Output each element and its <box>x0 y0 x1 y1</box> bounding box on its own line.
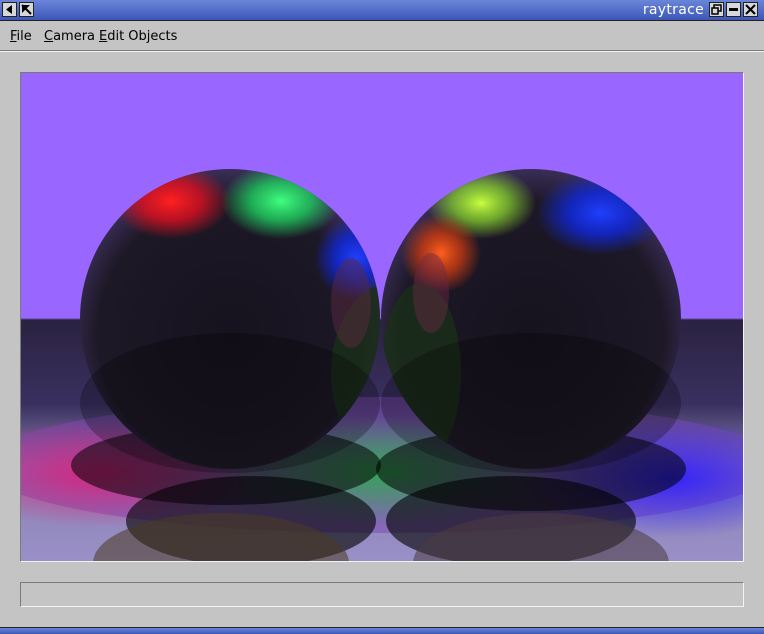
menu-file-label: ile <box>16 29 32 44</box>
menu-camera-mnemonic: C <box>44 29 54 44</box>
menu-bar: File Camera Edit Objects <box>0 21 764 51</box>
minimize-icon[interactable] <box>726 2 741 17</box>
title-bar[interactable]: raytrace <box>0 0 764 21</box>
menu-edit-objects-mnemonic: E <box>99 29 108 44</box>
menu-camera-label: amera <box>53 29 96 44</box>
menu-camera[interactable]: Camera <box>44 29 95 44</box>
menu-edit-objects[interactable]: Edit Objects <box>99 29 177 44</box>
raytrace-window: raytrace File Camera Edit Objects <box>0 0 764 634</box>
raytraced-scene <box>21 73 743 561</box>
menu-file[interactable]: File <box>10 29 32 44</box>
resize-corner-icon[interactable] <box>19 2 34 17</box>
menu-edit-objects-label: dit Objects <box>107 29 178 44</box>
left-arrow-icon[interactable] <box>2 2 17 17</box>
restore-icon[interactable] <box>709 2 724 17</box>
window-title: raytrace <box>642 2 704 18</box>
close-icon[interactable] <box>743 2 758 17</box>
window-bottom-border <box>0 627 764 634</box>
status-field <box>20 582 744 607</box>
render-canvas[interactable] <box>20 72 744 562</box>
